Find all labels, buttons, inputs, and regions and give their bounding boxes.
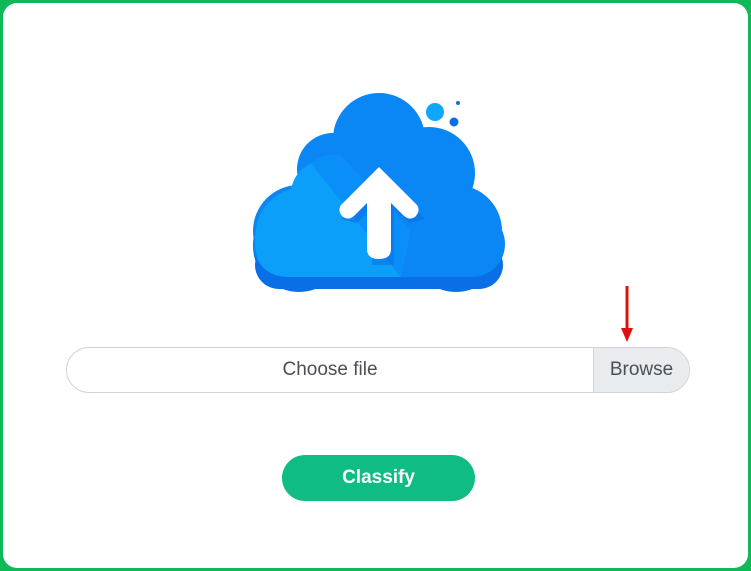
upload-panel: Choose file Browse Classify [3, 3, 748, 568]
cloud-upload-icon [251, 91, 507, 295]
red-arrow-icon [620, 284, 634, 346]
file-input-label[interactable]: Choose file [67, 348, 593, 392]
browse-button[interactable]: Browse [593, 348, 689, 392]
classify-button[interactable]: Classify [282, 455, 475, 501]
file-input-group[interactable]: Choose file Browse [66, 347, 690, 393]
